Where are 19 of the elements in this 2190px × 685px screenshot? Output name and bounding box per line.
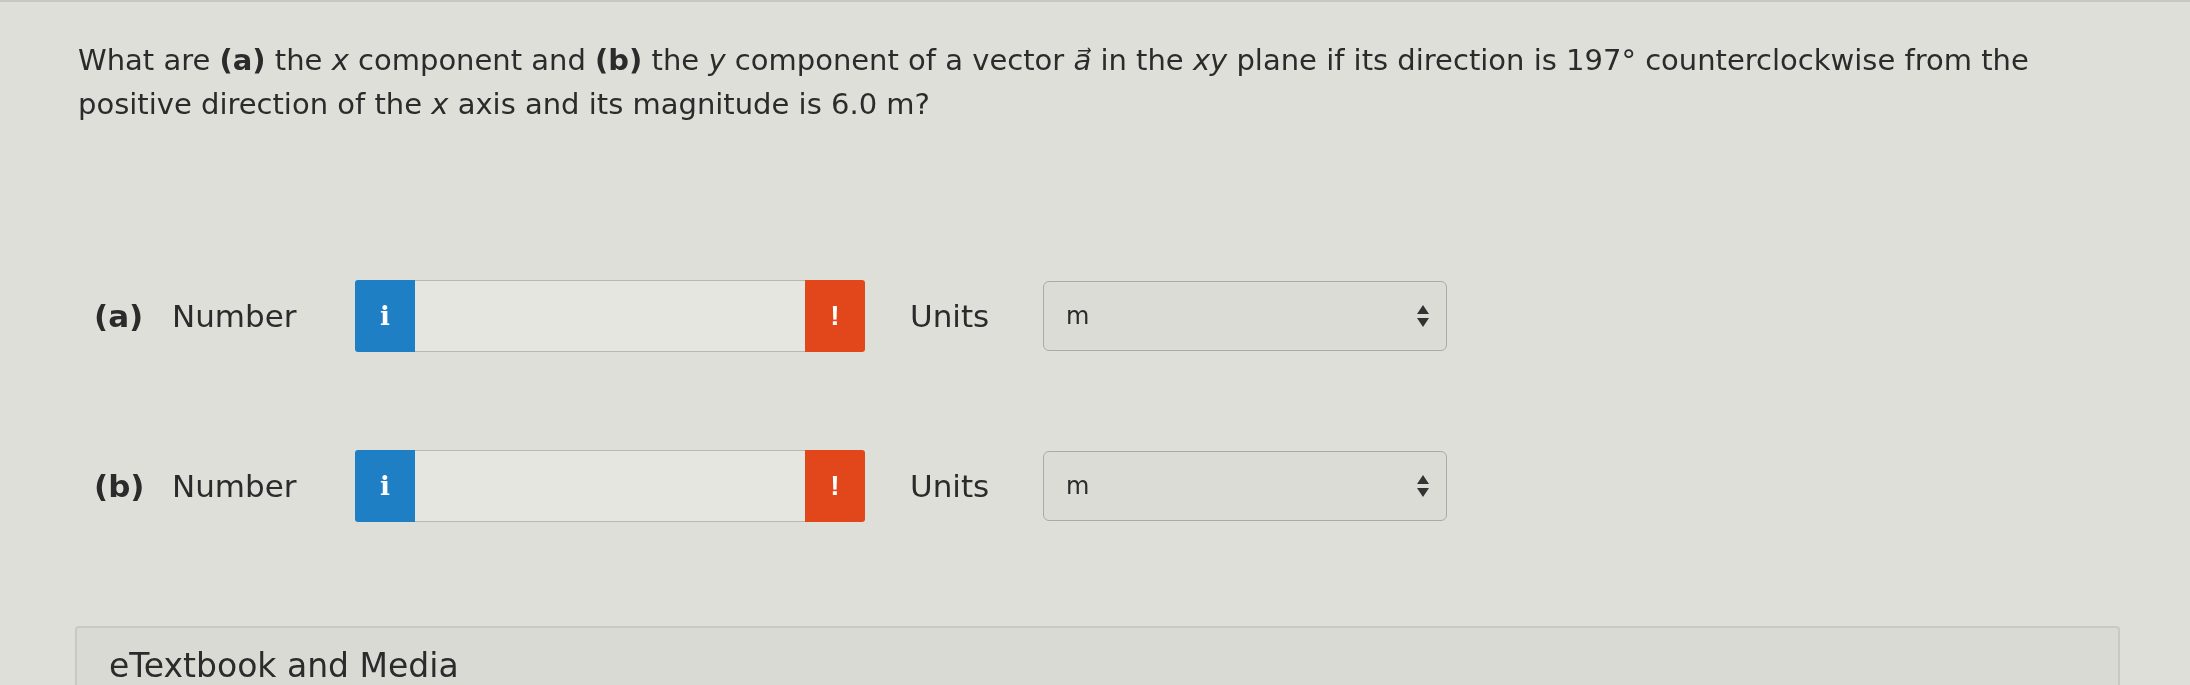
number-input-field[interactable]	[415, 280, 805, 352]
part-label: (b)	[94, 468, 146, 504]
number-label: Number	[172, 298, 298, 334]
part-label: (a)	[94, 298, 145, 334]
alert-button[interactable]: !	[805, 450, 865, 522]
question-text: What are (a) the x component and (b) the y component of a vector a⃗ in the xy plane if its direction is 197° counterclockwise from the positive direction of the x axis and its magnitude is 6.0 m?	[78, 42, 2030, 123]
info-button[interactable]: i	[355, 280, 415, 352]
alert-button[interactable]: !	[805, 280, 865, 352]
units-label: Units	[910, 298, 991, 334]
info-button[interactable]: i	[355, 450, 415, 522]
number-input-field[interactable]	[415, 450, 805, 522]
media-panel[interactable]: eTextbook and Media	[75, 626, 2120, 685]
sort-arrows-icon	[1416, 304, 1430, 328]
panel-title: eTextbook and Media	[109, 646, 459, 685]
number-label: Number	[172, 468, 298, 504]
units-select[interactable]: m	[1043, 451, 1447, 521]
units-label: Units	[910, 468, 991, 504]
sort-arrows-icon	[1416, 474, 1430, 498]
units-select[interactable]: m	[1043, 281, 1447, 351]
